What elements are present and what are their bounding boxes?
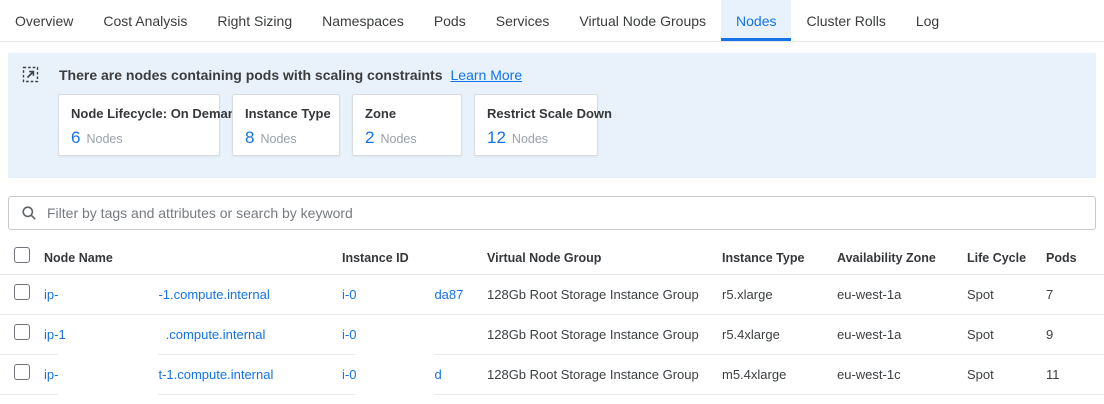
- table-row[interactable]: ip-1 .compute.internal i-0 128Gb Root Sto…: [0, 315, 1104, 355]
- column-instance-type[interactable]: Instance Type: [722, 251, 837, 265]
- card-restrict-scale-down[interactable]: Restrict Scale Down 12 Nodes: [474, 94, 598, 156]
- tab-right-sizing[interactable]: Right Sizing: [202, 0, 307, 41]
- node-name-link[interactable]: ip- -1.compute.internal: [44, 283, 342, 307]
- node-name-prefix: ip-: [44, 367, 58, 382]
- card-count: 2: [365, 128, 374, 148]
- card-unit: Nodes: [380, 132, 416, 146]
- tab-services[interactable]: Services: [481, 0, 565, 41]
- tab-namespaces[interactable]: Namespaces: [307, 0, 419, 41]
- card-count: 8: [245, 128, 254, 148]
- redaction-box: [356, 352, 434, 398]
- column-node-name[interactable]: Node Name: [44, 251, 342, 265]
- card-title: Instance Type: [245, 106, 327, 121]
- learn-more-link[interactable]: Learn More: [451, 67, 523, 83]
- redaction-box: [356, 283, 434, 307]
- tab-cluster-rolls[interactable]: Cluster Rolls: [791, 0, 900, 41]
- row-checkbox[interactable]: [14, 324, 30, 340]
- search-icon: [21, 205, 37, 221]
- table-row[interactable]: ip- -1.compute.internal i-0 da87 128Gb Roo…: [0, 275, 1104, 315]
- pods-cell: 9: [1046, 327, 1104, 342]
- scaling-constraints-banner: There are nodes containing pods with sca…: [8, 53, 1096, 178]
- column-instance-id[interactable]: Instance ID: [342, 251, 487, 265]
- life-cycle-cell: Spot: [967, 327, 1046, 342]
- card-node-lifecycle[interactable]: Node Lifecycle: On Demand 6 Nodes: [58, 94, 220, 156]
- node-name-prefix: ip-: [44, 287, 58, 302]
- life-cycle-cell: Spot: [967, 367, 1046, 382]
- column-life-cycle[interactable]: Life Cycle: [967, 251, 1046, 265]
- card-count: 6: [71, 128, 80, 148]
- availability-zone-cell: eu-west-1a: [837, 287, 967, 302]
- availability-zone-cell: eu-west-1c: [837, 367, 967, 382]
- availability-zone-cell: eu-west-1a: [837, 327, 967, 342]
- row-checkbox[interactable]: [14, 364, 30, 380]
- virtual-node-group-cell: 128Gb Root Storage Instance Group: [487, 327, 722, 342]
- tab-overview[interactable]: Overview: [0, 0, 88, 41]
- node-name-link[interactable]: ip-1 .compute.internal: [44, 323, 342, 347]
- filter-search[interactable]: [8, 196, 1096, 230]
- tab-pods[interactable]: Pods: [419, 0, 481, 41]
- instance-id-suffix: da87: [434, 287, 463, 302]
- tab-log[interactable]: Log: [901, 0, 954, 41]
- instance-id-link[interactable]: i-0 da87: [342, 283, 487, 307]
- tab-nodes[interactable]: Nodes: [721, 0, 791, 41]
- node-name-suffix: -1.compute.internal: [158, 287, 269, 302]
- redaction-box: [66, 323, 166, 347]
- card-count: 12: [487, 128, 506, 148]
- instance-id-prefix: i-0: [342, 287, 356, 302]
- redaction-box: [58, 352, 158, 398]
- column-pods[interactable]: Pods: [1046, 251, 1104, 265]
- node-name-suffix: t-1.compute.internal: [158, 367, 273, 382]
- search-input[interactable]: [47, 205, 1083, 221]
- card-zone[interactable]: Zone 2 Nodes: [352, 94, 462, 156]
- row-checkbox[interactable]: [14, 284, 30, 300]
- card-title: Node Lifecycle: On Demand: [71, 106, 207, 121]
- pods-cell: 11: [1046, 367, 1104, 382]
- node-name-prefix: ip-1: [44, 327, 66, 342]
- card-title: Zone: [365, 106, 449, 121]
- column-virtual-node-group[interactable]: Virtual Node Group: [487, 251, 722, 265]
- tab-bar: Overview Cost Analysis Right Sizing Name…: [0, 0, 1104, 42]
- instance-id-prefix: i-0: [342, 327, 356, 342]
- card-unit: Nodes: [512, 132, 548, 146]
- tab-cost-analysis[interactable]: Cost Analysis: [88, 0, 202, 41]
- instance-type-cell: r5.4xlarge: [722, 327, 837, 342]
- virtual-node-group-cell: 128Gb Root Storage Instance Group: [487, 287, 722, 302]
- card-unit: Nodes: [260, 132, 296, 146]
- tab-virtual-node-groups[interactable]: Virtual Node Groups: [564, 0, 721, 41]
- table-header: Node Name Instance ID Virtual Node Group…: [0, 241, 1104, 275]
- column-availability-zone[interactable]: Availability Zone: [837, 251, 967, 265]
- card-title: Restrict Scale Down: [487, 106, 585, 121]
- node-name-link[interactable]: ip-t-1.compute.internal: [44, 352, 342, 398]
- redaction-box: [58, 283, 158, 307]
- virtual-node-group-cell: 128Gb Root Storage Instance Group: [487, 367, 722, 382]
- scale-up-icon: [22, 66, 39, 83]
- redaction-box: [356, 323, 474, 347]
- instance-id-link[interactable]: i-0: [342, 323, 487, 347]
- constraint-cards: Node Lifecycle: On Demand 6 Nodes Instan…: [58, 94, 1082, 156]
- instance-type-cell: m5.4xlarge: [722, 367, 837, 382]
- instance-id-suffix: d: [434, 367, 441, 382]
- pods-cell: 7: [1046, 287, 1104, 302]
- life-cycle-cell: Spot: [967, 287, 1046, 302]
- card-instance-type[interactable]: Instance Type 8 Nodes: [232, 94, 340, 156]
- instance-id-prefix: i-0: [342, 367, 356, 382]
- instance-id-link[interactable]: i-0 d: [342, 352, 487, 398]
- instance-type-cell: r5.xlarge: [722, 287, 837, 302]
- table-row[interactable]: ip-t-1.compute.internal i-0 d 128Gb Root …: [0, 355, 1104, 395]
- banner-message: There are nodes containing pods with sca…: [59, 67, 443, 83]
- node-name-suffix: .compute.internal: [166, 327, 266, 342]
- card-unit: Nodes: [86, 132, 122, 146]
- select-all-checkbox[interactable]: [14, 247, 30, 263]
